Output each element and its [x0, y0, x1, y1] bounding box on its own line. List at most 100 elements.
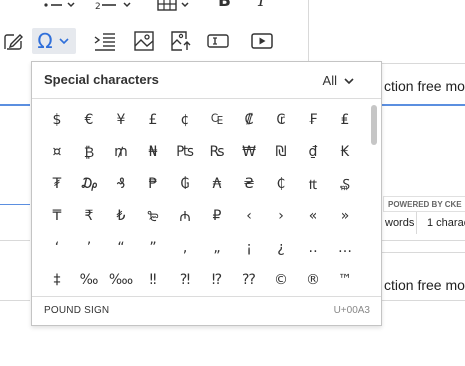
special-character-button[interactable]: ¿: [265, 232, 297, 264]
special-character-button[interactable]: ₨: [201, 136, 233, 168]
special-character-button[interactable]: ⁉: [201, 264, 233, 296]
special-character-button[interactable]: ™: [329, 264, 361, 296]
special-character-button[interactable]: ₠: [201, 104, 233, 136]
editor-border-bottom: [0, 204, 30, 205]
edit-icon: [4, 34, 23, 50]
special-character-button[interactable]: ©: [265, 264, 297, 296]
special-character-button[interactable]: ₡: [233, 104, 265, 136]
omega-icon: Ω: [37, 29, 53, 53]
special-character-button[interactable]: ₮: [41, 168, 73, 200]
second-editor-top-border: [382, 252, 465, 253]
special-character-button[interactable]: ₣: [297, 104, 329, 136]
indent-button[interactable]: [92, 28, 118, 54]
special-character-button[interactable]: ”: [137, 232, 169, 264]
numbered-list-button[interactable]: 2: [92, 0, 136, 18]
edit-source-button[interactable]: [0, 28, 26, 54]
powered-by-badge[interactable]: POWERED BY CKE: [383, 196, 465, 212]
insert-image-button[interactable]: [131, 28, 157, 54]
text-field-button[interactable]: [205, 28, 231, 54]
word-count: words: [385, 217, 415, 229]
status-separator: [416, 212, 417, 234]
editor-toolbar: 2 B I Ω: [0, 0, 309, 64]
special-character-button[interactable]: ₶: [297, 168, 329, 200]
special-character-button[interactable]: ₢: [265, 104, 297, 136]
special-character-button[interactable]: ›: [265, 200, 297, 232]
special-character-button[interactable]: ₷: [329, 168, 361, 200]
special-character-button[interactable]: ₻: [137, 200, 169, 232]
special-character-button[interactable]: ₸: [41, 200, 73, 232]
video-icon: [251, 33, 273, 49]
special-character-button[interactable]: $: [41, 104, 73, 136]
upload-image-button[interactable]: [168, 28, 194, 54]
upload-image-icon: [171, 31, 191, 51]
special-character-button[interactable]: ⁈: [169, 264, 201, 296]
special-character-button[interactable]: ¤: [41, 136, 73, 168]
special-character-button[interactable]: ₭: [329, 136, 361, 168]
special-character-button[interactable]: ₲: [169, 168, 201, 200]
table-icon: [157, 0, 189, 11]
italic-button[interactable]: I: [250, 0, 276, 18]
special-character-button[interactable]: …: [329, 232, 361, 264]
special-character-button[interactable]: “: [105, 232, 137, 264]
category-dropdown[interactable]: All: [323, 73, 355, 88]
special-character-button[interactable]: ₿: [73, 136, 105, 168]
special-character-button[interactable]: ‰: [73, 264, 105, 296]
editor-text-line-2[interactable]: ction free mo: [384, 277, 465, 293]
special-character-button[interactable]: ’: [73, 232, 105, 264]
special-character-button[interactable]: ®: [297, 264, 329, 296]
scrollbar-thumb[interactable]: [371, 105, 377, 145]
special-characters-button[interactable]: Ω: [32, 28, 76, 54]
special-character-button[interactable]: ‘: [41, 232, 73, 264]
second-editor-bottom-border: [0, 300, 30, 301]
special-character-button[interactable]: ₺: [105, 200, 137, 232]
special-character-button[interactable]: ‚: [169, 232, 201, 264]
special-character-button[interactable]: ₫: [297, 136, 329, 168]
bold-button[interactable]: B: [212, 0, 238, 18]
grid-scrollbar[interactable]: [370, 103, 378, 296]
special-character-button[interactable]: ‼: [137, 264, 169, 296]
special-character-button[interactable]: ‱: [105, 264, 137, 296]
selected-character-name: POUND SIGN: [44, 305, 110, 316]
status-divider-left: [0, 240, 30, 241]
special-character-button[interactable]: ‡: [41, 264, 73, 296]
special-character-button[interactable]: ₽: [201, 200, 233, 232]
svg-text:2: 2: [95, 2, 101, 12]
special-character-button[interactable]: »: [329, 200, 361, 232]
insert-media-button[interactable]: [248, 28, 276, 54]
special-character-button[interactable]: «: [297, 200, 329, 232]
special-character-button[interactable]: €: [73, 104, 105, 136]
special-character-button[interactable]: ₯: [73, 168, 105, 200]
special-character-button[interactable]: ₩: [233, 136, 265, 168]
chevron-down-icon: [344, 77, 354, 84]
special-character-button[interactable]: ⁇: [233, 264, 265, 296]
indent-icon: [94, 33, 115, 51]
special-character-button[interactable]: „: [201, 232, 233, 264]
special-character-button[interactable]: ¡: [233, 232, 265, 264]
insert-table-button[interactable]: [155, 0, 195, 18]
special-character-button[interactable]: ‥: [297, 232, 329, 264]
editor-focus-border-left: [0, 104, 30, 106]
special-character-button[interactable]: ₰: [105, 168, 137, 200]
special-character-button[interactable]: ‹: [233, 200, 265, 232]
special-character-button[interactable]: ¥: [105, 104, 137, 136]
special-character-button[interactable]: ₧: [169, 136, 201, 168]
special-character-button[interactable]: £: [137, 104, 169, 136]
special-character-button[interactable]: ₳: [201, 168, 233, 200]
bullet-list-icon: [44, 2, 75, 8]
char-count: 1 charac: [427, 217, 465, 229]
special-character-button[interactable]: ₥: [105, 136, 137, 168]
special-character-button[interactable]: ₤: [329, 104, 361, 136]
editor-text-line[interactable]: ction free mo: [384, 78, 465, 94]
special-character-button[interactable]: ₴: [233, 168, 265, 200]
italic-icon: I: [257, 0, 265, 11]
second-editor-bottom-border-right: [382, 300, 465, 301]
bulleted-list-button[interactable]: [40, 0, 80, 18]
special-character-button[interactable]: ₦: [137, 136, 169, 168]
special-character-button[interactable]: ₱: [137, 168, 169, 200]
special-character-button[interactable]: ¢: [169, 104, 201, 136]
svg-text:I: I: [257, 0, 265, 11]
special-character-button[interactable]: ₹: [73, 200, 105, 232]
special-character-button[interactable]: ₪: [265, 136, 297, 168]
special-character-button[interactable]: ₼: [169, 200, 201, 232]
special-character-button[interactable]: ₵: [265, 168, 297, 200]
